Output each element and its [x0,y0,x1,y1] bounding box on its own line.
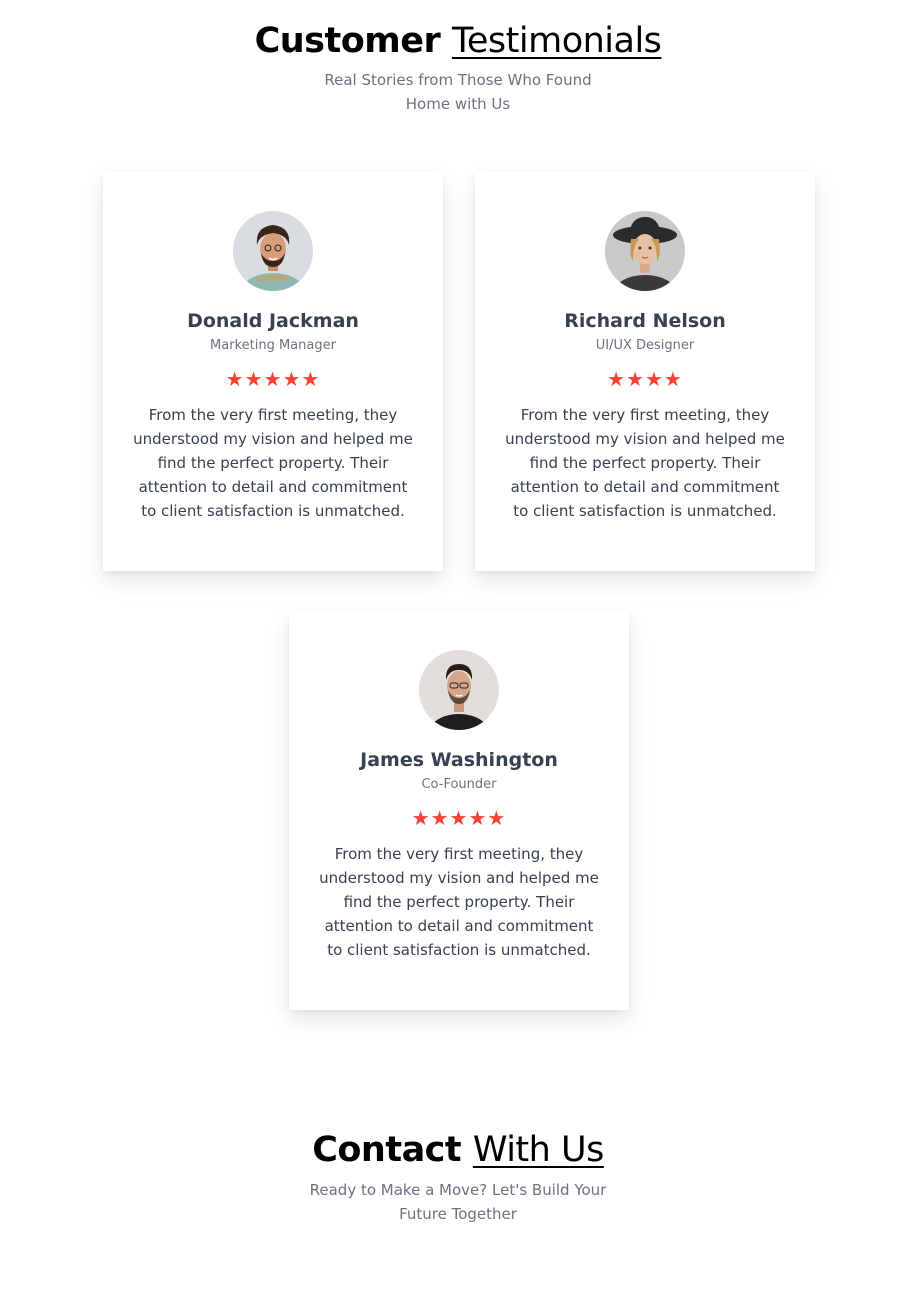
avatar [419,650,499,730]
testimonial-role: Co-Founder [421,777,497,792]
testimonial-card: Richard Nelson UI/UX Designer ★★★★ From … [475,172,815,571]
testimonials-title-light: Testimonials [451,21,662,61]
avatar [233,211,313,291]
avatar [605,211,685,291]
testimonial-quote: From the very first meeting, they unders… [133,406,413,520]
testimonial-name: Richard Nelson [564,310,726,332]
testimonial-quote: From the very first meeting, they unders… [505,406,785,520]
testimonial-role: UI/UX Designer [595,338,695,353]
testimonial-role: Marketing Manager [210,338,336,353]
contact-subtitle: Ready to Make a Move? Let's Build Your F… [309,1181,607,1223]
star-rating: ★★★★ [607,367,683,391]
contact-title-bold: Contact [312,1130,462,1170]
testimonial-quote: From the very first meeting, they unders… [319,845,599,959]
star-rating: ★★★★★ [411,806,507,830]
testimonial-name: James Washington [360,749,558,771]
contact-title: Contact With Us [0,1128,916,1172]
contact-title-light: With Us [472,1130,604,1170]
testimonials-title-bold: Customer [254,21,441,61]
testimonials-title: Customer Testimonials [0,19,916,63]
testimonial-card: James Washington Co-Founder ★★★★★ From t… [289,611,629,1010]
testimonials-subtitle: Real Stories from Those Who Found Home w… [324,71,592,113]
star-rating: ★★★★★ [225,367,321,391]
testimonial-card: Donald Jackman Marketing Manager ★★★★★ F… [103,172,443,571]
testimonial-name: Donald Jackman [187,310,359,332]
